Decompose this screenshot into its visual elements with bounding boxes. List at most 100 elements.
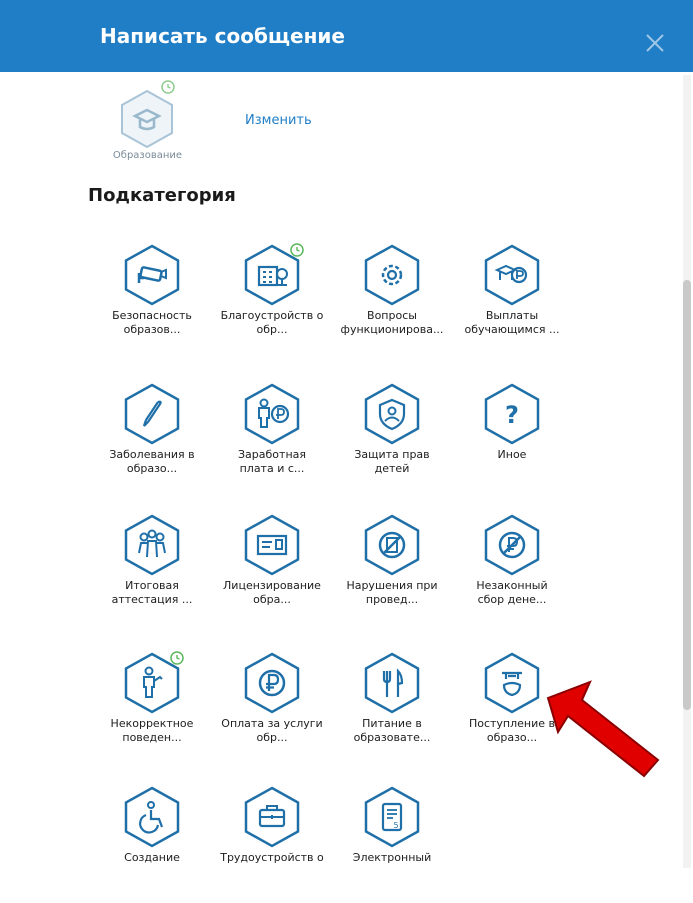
subcategory-tile[interactable]: Создание (93, 785, 211, 903)
subcategory-label-line: сбор дене... (477, 593, 547, 606)
subcategory-tile[interactable]: Оплата за услуги обр... (213, 651, 331, 769)
subcategory-label: Благоустройств о обр... (213, 309, 331, 337)
modal-header: Написать сообщение (0, 0, 693, 72)
subcategory-label: Иное (453, 448, 571, 462)
subcategory-tile[interactable]: 5 Электронный (333, 785, 451, 903)
subcategory-label: Нарушения при провед... (333, 579, 451, 607)
subcategory-label-line: Оплата за услуги (221, 717, 323, 730)
subcategory-label-line: плата и с... (239, 462, 305, 475)
subcategory-label-line: Создание (124, 851, 180, 864)
subcategory-label-line: образовате... (353, 731, 431, 744)
subcategory-tile[interactable]: Трудоустройств о (213, 785, 331, 903)
subcategory-label: Вопросы функционирова... (333, 309, 451, 337)
scrollbar[interactable] (683, 75, 691, 868)
certificate-icon (244, 514, 300, 576)
subcategory-tile[interactable]: Некорректное поведен... (93, 651, 211, 769)
subcategory-label-line: Некорректное (110, 717, 194, 730)
selected-category: Образование (100, 80, 195, 170)
subcategory-label: Выплаты обучающимся ... (453, 309, 571, 337)
subcategory-label-line: Защита прав (354, 448, 430, 461)
subcategory-label: Защита прав детей (333, 448, 451, 476)
subcategory-label-line: обучающимся ... (464, 323, 560, 336)
subcategory-label-line: провед... (365, 593, 419, 606)
subcategory-label: Незаконный сбор дене... (453, 579, 571, 607)
subcategory-label-line: Питание в (362, 717, 422, 730)
subcategory-tile[interactable]: ? Иное (453, 382, 571, 500)
money-icon (484, 244, 540, 306)
gear-icon (364, 244, 420, 306)
subcategory-tile[interactable]: Заболевания в образо... (93, 382, 211, 500)
subcategory-label-line: Иное (497, 448, 527, 461)
subcategory-label-line: функционирова... (340, 323, 444, 336)
subcategory-label: Заболевания в образо... (93, 448, 211, 476)
subcategory-label-line: аттестация ... (111, 593, 193, 606)
clock-badge-icon (170, 651, 184, 665)
change-link[interactable]: Изменить (245, 113, 312, 128)
subcategory-label-line: Безопасность (112, 309, 192, 322)
graduation-cap-icon (121, 89, 173, 149)
subcategory-label-line: образов... (123, 323, 181, 336)
clock-badge-icon (161, 80, 175, 94)
no-document-icon (364, 514, 420, 576)
subcategory-tile[interactable]: Итоговая аттестация ... (93, 513, 211, 631)
briefcase-icon (244, 786, 300, 848)
subcategory-label-line: Лицензирование (223, 579, 321, 592)
scrollbar-thumb[interactable] (683, 280, 691, 710)
subcategory-label-line: Трудоустройств о (220, 851, 324, 864)
ruble-icon (244, 652, 300, 714)
question-icon: ? (484, 383, 540, 445)
subcategory-tile[interactable]: Благоустройств о обр... (213, 243, 331, 361)
subcategory-label-line: детей (374, 462, 410, 475)
modal-title: Написать сообщение (100, 24, 345, 48)
subcategory-label: Безопасность образов... (93, 309, 211, 337)
subcategory-label: Оплата за услуги обр... (213, 717, 331, 745)
subcategory-tile[interactable]: Вопросы функционирова... (333, 243, 451, 361)
selected-category-label: Образование (112, 150, 183, 161)
subcategory-tile[interactable]: Питание в образовате... (333, 651, 451, 769)
subcategory-label: Питание в образовате... (333, 717, 451, 745)
subcategory-tile[interactable]: Лицензирование обра... (213, 513, 331, 631)
camera-icon (124, 244, 180, 306)
subcategory-tile[interactable]: Защита прав детей (333, 382, 451, 500)
subcategory-label-line: Нарушения при (346, 579, 438, 592)
close-icon[interactable] (642, 30, 668, 56)
thermometer-icon (124, 383, 180, 445)
subcategory-label-line: Выплаты (485, 309, 539, 322)
subcategory-label: Заработная плата и с... (213, 448, 331, 476)
subcategory-label-line: Электронный (352, 851, 432, 864)
graduate-icon (484, 652, 540, 714)
subcategory-heading: Подкатегория (88, 185, 236, 206)
subcategory-tile[interactable]: Выплаты обучающимся ... (453, 243, 571, 361)
salary-icon (244, 383, 300, 445)
subcategory-label-line: Заработная (238, 448, 306, 461)
cutlery-icon (364, 652, 420, 714)
red-arrow-annotation (546, 680, 660, 778)
subcategory-tile[interactable]: Заработная плата и с... (213, 382, 331, 500)
subcategory-label: Итоговая аттестация ... (93, 579, 211, 607)
subcategory-label-line: обр... (256, 323, 288, 336)
subcategory-tile[interactable]: Незаконный сбор дене... (453, 513, 571, 631)
svg-text:?: ? (505, 401, 519, 429)
subcategory-label-line: поведен... (122, 731, 182, 744)
subcategory-label-line: обра... (253, 593, 291, 606)
subcategory-label: Трудоустройств о (213, 851, 331, 865)
group-icon (124, 514, 180, 576)
subcategory-label: Некорректное поведен... (93, 717, 211, 745)
subcategory-tile[interactable]: Нарушения при провед... (333, 513, 451, 631)
subcategory-label-line: образо... (126, 462, 178, 475)
clock-badge-icon (290, 243, 304, 257)
subcategory-label-line: обр... (256, 731, 288, 744)
subcategory-label: Электронный (333, 851, 451, 865)
subcategory-tile[interactable]: Безопасность образов... (93, 243, 211, 361)
subcategory-label: Создание (93, 851, 211, 865)
subcategory-label-line: Вопросы (367, 309, 417, 322)
subcategory-label-line: Заболевания в (109, 448, 195, 461)
subcategory-label-line: Благоустройств о (220, 309, 324, 322)
subcategory-label-line: Итоговая (125, 579, 179, 592)
wheelchair-icon (124, 786, 180, 848)
shield-person-icon (364, 383, 420, 445)
svg-text:5: 5 (393, 821, 398, 830)
no-money-icon (484, 514, 540, 576)
subcategory-label: Лицензирование обра... (213, 579, 331, 607)
document-icon: 5 (364, 786, 420, 848)
